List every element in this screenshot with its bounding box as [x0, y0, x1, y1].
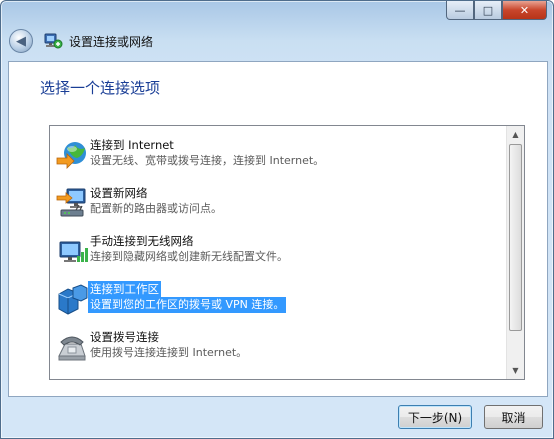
dialup-phone-icon: [58, 336, 86, 361]
option-connect-workplace[interactable]: 连接到工作区 设置到您的工作区的拨号或 VPN 连接。: [53, 280, 493, 322]
back-arrow-icon: ◀: [16, 33, 26, 49]
option-title: 连接到 Internet: [90, 138, 174, 152]
next-button[interactable]: 下一步(N): [398, 405, 472, 429]
minimize-button[interactable]: —: [446, 1, 474, 20]
vertical-scrollbar[interactable]: ▲ ▼: [506, 126, 524, 379]
new-network-icon: [56, 188, 86, 217]
back-button[interactable]: ◀: [9, 29, 33, 53]
option-description: 连接到隐藏网络或创建新无线配置文件。: [90, 250, 288, 263]
internet-globe-icon: [56, 142, 86, 169]
maximize-button[interactable]: □: [474, 1, 502, 20]
page-heading: 选择一个连接选项: [40, 79, 161, 97]
option-title: 设置拨号连接: [90, 330, 159, 344]
scroll-up-arrow[interactable]: ▲: [507, 126, 524, 143]
caption-buttons: — □ ✕: [446, 1, 547, 20]
option-description: 设置无线、宽带或拨号连接，连接到 Internet。: [90, 154, 325, 167]
connection-options-list[interactable]: 连接到 Internet 设置无线、宽带或拨号连接，连接到 Internet。: [49, 125, 525, 380]
navigation-bar: ◀ 设置连接或网络: [9, 28, 153, 54]
option-connect-internet[interactable]: 连接到 Internet 设置无线、宽带或拨号连接，连接到 Internet。: [53, 136, 493, 178]
option-description: 配置新的路由器或访问点。: [90, 202, 222, 215]
window-title: 设置连接或网络: [69, 34, 154, 49]
cancel-button[interactable]: 取消: [484, 405, 543, 429]
workplace-vpn-icon: [58, 284, 88, 315]
option-manual-wireless[interactable]: 手动连接到无线网络 连接到隐藏网络或创建新无线配置文件。: [53, 232, 493, 274]
scroll-down-arrow[interactable]: ▼: [507, 362, 524, 379]
option-title: 设置新网络: [90, 186, 148, 200]
scroll-thumb[interactable]: [509, 144, 522, 331]
wireless-network-icon: [59, 241, 88, 262]
close-button[interactable]: ✕: [502, 1, 547, 20]
option-description: 设置到您的工作区的拨号或 VPN 连接。: [88, 297, 287, 313]
option-title: 连接到工作区: [88, 281, 161, 297]
dialog-window: — □ ✕ ◀ 设置连接或网络 选择一个连接选项 连接到 Internet 设置…: [0, 0, 554, 439]
option-dialup[interactable]: 设置拨号连接 使用拨号连接连接到 Internet。: [53, 328, 493, 370]
network-setup-icon: [44, 33, 63, 49]
option-new-network[interactable]: 设置新网络 配置新的路由器或访问点。: [53, 184, 493, 226]
option-title: 手动连接到无线网络: [90, 234, 194, 248]
option-description: 使用拨号连接连接到 Internet。: [90, 346, 248, 359]
content-panel: 选择一个连接选项 连接到 Internet 设置无线、宽带或拨号连接，连接到 I…: [8, 61, 548, 397]
